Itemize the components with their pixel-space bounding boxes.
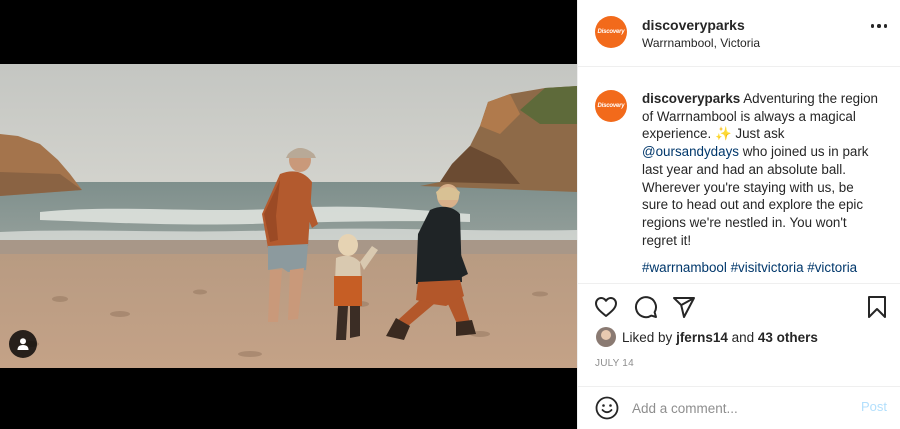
caption-area: Discovery discoveryparks Adventuring the… [578, 68, 900, 283]
caption-mention-link[interactable]: @oursandydays [642, 144, 739, 159]
paper-plane-icon [673, 297, 695, 318]
hashtag-link[interactable]: #victoria [807, 260, 857, 275]
hashtags: #warrnambool #visitvictoria #victoria [642, 260, 892, 275]
header-username[interactable]: discoveryparks [642, 17, 745, 33]
hashtag-link[interactable]: #visitvictoria [731, 260, 804, 275]
liked-by-prefix: Liked by [622, 329, 673, 345]
post-actions [578, 283, 900, 329]
likes-others-link[interactable]: 43 others [758, 330, 818, 345]
header-location[interactable]: Warrnambool, Victoria [642, 36, 760, 50]
profile-avatar[interactable]: Discovery [595, 16, 627, 48]
like-button[interactable] [593, 294, 619, 320]
more-options-icon[interactable] [870, 24, 887, 28]
heart-icon [595, 297, 617, 317]
likes-and: and [731, 329, 755, 345]
avatar-logo-text: Discovery [597, 103, 625, 109]
bookmark-icon [868, 296, 886, 318]
tagged-people-button[interactable] [9, 330, 37, 358]
smiley-icon [595, 396, 619, 420]
post-header: Discovery discoveryparks Warrnambool, Vi… [578, 0, 900, 67]
caption-part-3: who joined us in park last year and had … [642, 144, 869, 248]
save-button[interactable] [864, 294, 890, 320]
beach-family-photo [0, 64, 577, 368]
comment-input[interactable] [632, 397, 842, 419]
post-date[interactable]: JULY 14 [595, 358, 634, 369]
avatar-logo-text: Discovery [597, 29, 625, 35]
post-media [0, 0, 577, 429]
comment-button[interactable] [633, 294, 659, 320]
post-photo[interactable] [0, 64, 577, 368]
caption-avatar[interactable]: Discovery [595, 90, 627, 122]
share-button[interactable] [671, 294, 697, 320]
likes-summary: Liked by jferns14 and 43 others [596, 327, 818, 347]
comment-icon [635, 296, 657, 319]
liker-avatar[interactable] [596, 327, 616, 347]
person-icon [17, 338, 29, 350]
post-comment-button[interactable]: Post [861, 399, 887, 414]
liker-username[interactable]: jferns14 [676, 330, 728, 345]
emoji-button[interactable] [595, 396, 619, 420]
caption-text: discoveryparks Adventuring the region of… [642, 90, 882, 249]
caption-username[interactable]: discoveryparks [642, 91, 740, 106]
hashtag-link[interactable]: #warrnambool [642, 260, 727, 275]
caption-part-2: Just ask [735, 126, 785, 142]
instagram-post: Discovery discoveryparks Warrnambool, Vi… [0, 0, 900, 429]
add-comment-bar: Post [578, 386, 900, 429]
sparkles-emoji: ✨ [714, 126, 732, 142]
post-side-panel: Discovery discoveryparks Warrnambool, Vi… [577, 0, 900, 429]
